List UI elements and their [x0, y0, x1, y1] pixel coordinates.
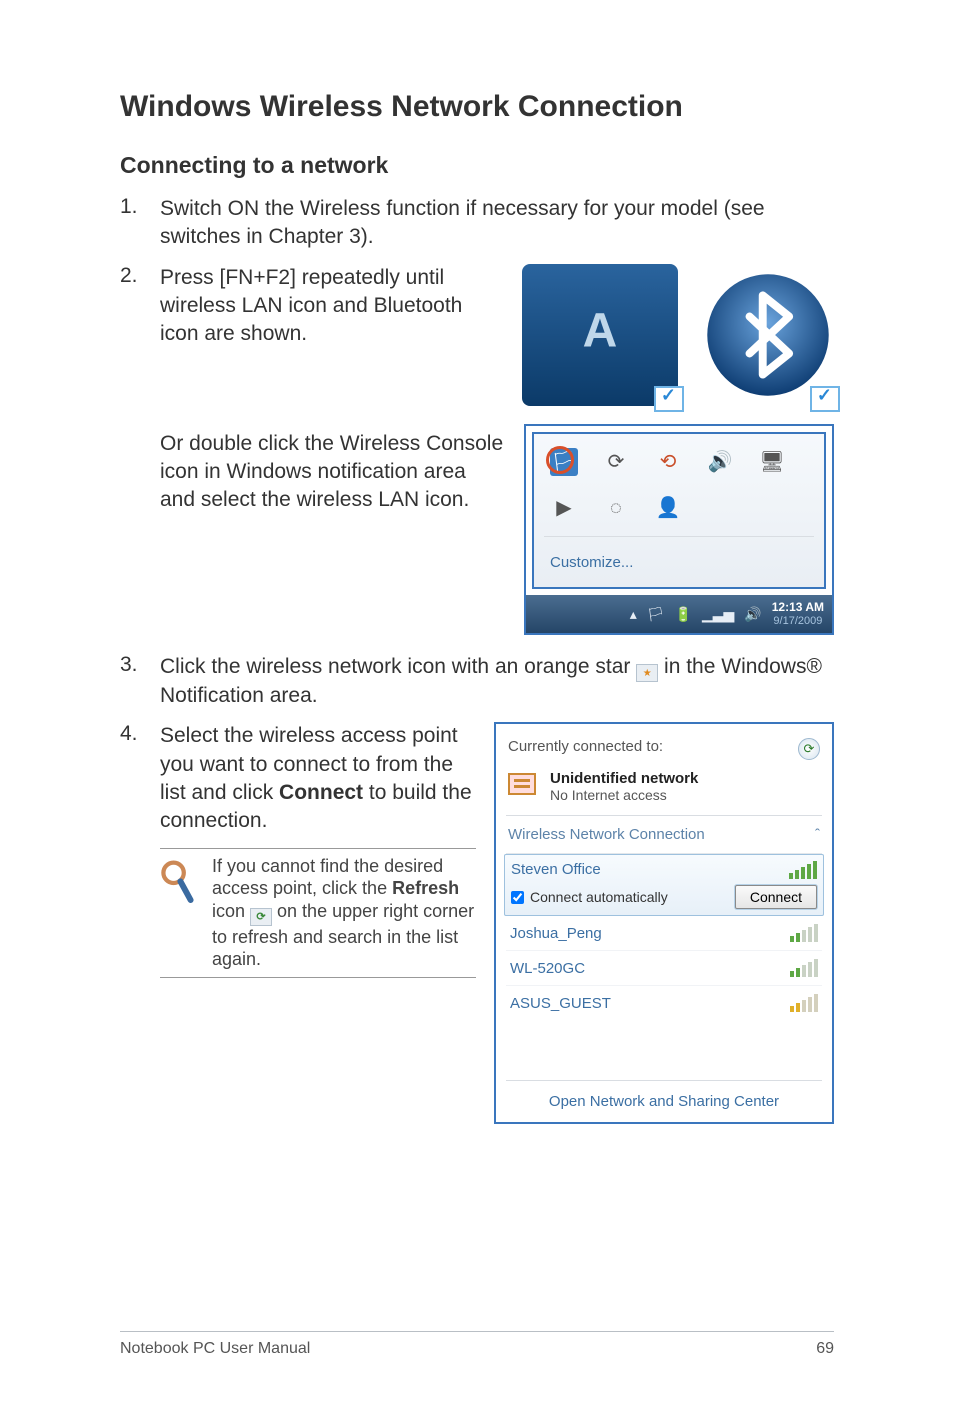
- connected-to-label: Currently connected to:: [508, 738, 663, 755]
- customize-link[interactable]: Customize...: [550, 554, 633, 571]
- battery-icon[interactable]: 🔋: [675, 605, 692, 624]
- monitor-icon[interactable]: 🖥: [758, 448, 786, 476]
- clock-date: 9/17/2009: [772, 615, 824, 628]
- open-network-center-link[interactable]: Open Network and Sharing Center: [549, 1093, 779, 1110]
- wifi-name: WL-520GC: [510, 960, 585, 977]
- connect-button[interactable]: Connect: [735, 885, 817, 909]
- wireless-console-icon[interactable]: 🏳: [550, 448, 578, 476]
- tray-icon[interactable]: ⟳: [602, 448, 630, 476]
- page-title: Windows Wireless Network Connection: [120, 90, 834, 124]
- user-icon[interactable]: 👤: [654, 494, 682, 522]
- signal-icon: [790, 924, 818, 942]
- step-num: 2.: [120, 264, 160, 288]
- step-num: 3.: [120, 653, 160, 677]
- step-num: 4.: [120, 722, 160, 746]
- volume-icon[interactable]: 🔊: [744, 605, 761, 624]
- section-label: Wireless Network Connection ˆ: [506, 816, 822, 854]
- network-star-icon: [636, 664, 658, 682]
- tray-icon[interactable]: ⟲: [654, 448, 682, 476]
- signal-icon: [790, 959, 818, 977]
- wifi-item-selected[interactable]: Steven Office Connect automatically Conn…: [504, 854, 824, 916]
- wifi-item[interactable]: ASUS_GUEST: [506, 986, 822, 1020]
- wifi-name: ASUS_GUEST: [510, 995, 611, 1012]
- wifi-name: Joshua_Peng: [510, 925, 602, 942]
- note-text: If you cannot find the desired access po…: [212, 855, 476, 971]
- step-2b-text: Or double click the Wireless Console ico…: [160, 424, 504, 515]
- note: If you cannot find the desired access po…: [160, 848, 476, 978]
- step-text: Select the wireless access point you wan…: [160, 722, 476, 835]
- network-list-popup: Currently connected to: ⟳ Unidentified n…: [494, 722, 834, 1124]
- step-text: Press [FN+F2] repeatedly until wireless …: [160, 264, 502, 406]
- step-1: 1. Switch ON the Wireless function if ne…: [120, 195, 834, 252]
- tray-icon[interactable]: ◌: [602, 494, 630, 522]
- flag-icon[interactable]: 🏳: [647, 605, 665, 624]
- refresh-icon[interactable]: ⟳: [798, 738, 820, 760]
- step-2: 2. Press [FN+F2] repeatedly until wirele…: [120, 264, 834, 635]
- signal-icon: [789, 861, 817, 879]
- current-connection: Unidentified network No Internet access: [506, 770, 822, 816]
- step-3: 3. Click the wireless network icon with …: [120, 653, 834, 710]
- page-footer: Notebook PC User Manual 69: [120, 1331, 834, 1358]
- wifi-item[interactable]: WL-520GC: [506, 951, 822, 986]
- clock-time: 12:13 AM: [772, 600, 824, 614]
- network-icon: [508, 773, 540, 801]
- current-network-sub: No Internet access: [550, 787, 698, 803]
- magnifier-icon: [160, 855, 196, 971]
- wifi-item[interactable]: Joshua_Peng: [506, 916, 822, 951]
- tray-icons-grid: 🏳 ⟳ ⟲ 🔊 🖥 ▶ ◌ 👤: [544, 444, 814, 536]
- chevron-up-icon[interactable]: ▴: [630, 605, 637, 624]
- systray-popup: 🏳 ⟳ ⟲ 🔊 🖥 ▶ ◌ 👤 Customize...: [524, 424, 834, 635]
- step-text: Switch ON the Wireless function if neces…: [160, 195, 834, 252]
- step-num: 1.: [120, 195, 160, 219]
- wifi-icon: A ✓: [522, 264, 678, 406]
- step-4: 4. Select the wireless access point you …: [120, 722, 476, 835]
- auto-connect-input[interactable]: [511, 891, 524, 904]
- section-title: Connecting to a network: [120, 152, 834, 179]
- chevron-up-icon[interactable]: ˆ: [815, 826, 820, 843]
- volume-icon[interactable]: 🔊: [706, 448, 734, 476]
- taskbar: ▴ 🏳 🔋 ▁▃▅ 🔊 12:13 AM 9/17/2009: [526, 595, 832, 633]
- auto-connect-checkbox[interactable]: Connect automatically: [511, 889, 668, 905]
- refresh-icon: [250, 908, 272, 926]
- wifi-name: Steven Office: [511, 861, 601, 879]
- network-icon[interactable]: ▁▃▅: [702, 605, 734, 624]
- tray-icon[interactable]: ▶: [550, 494, 578, 522]
- clock[interactable]: 12:13 AM 9/17/2009: [772, 600, 824, 628]
- step-text: Click the wireless network icon with an …: [160, 653, 834, 710]
- signal-icon: [790, 994, 818, 1012]
- footer-left: Notebook PC User Manual: [120, 1340, 310, 1358]
- bluetooth-icon: ✓: [702, 264, 834, 406]
- footer-page-number: 69: [816, 1340, 834, 1358]
- current-network-title: Unidentified network: [550, 770, 698, 787]
- status-icons: A ✓: [522, 264, 834, 406]
